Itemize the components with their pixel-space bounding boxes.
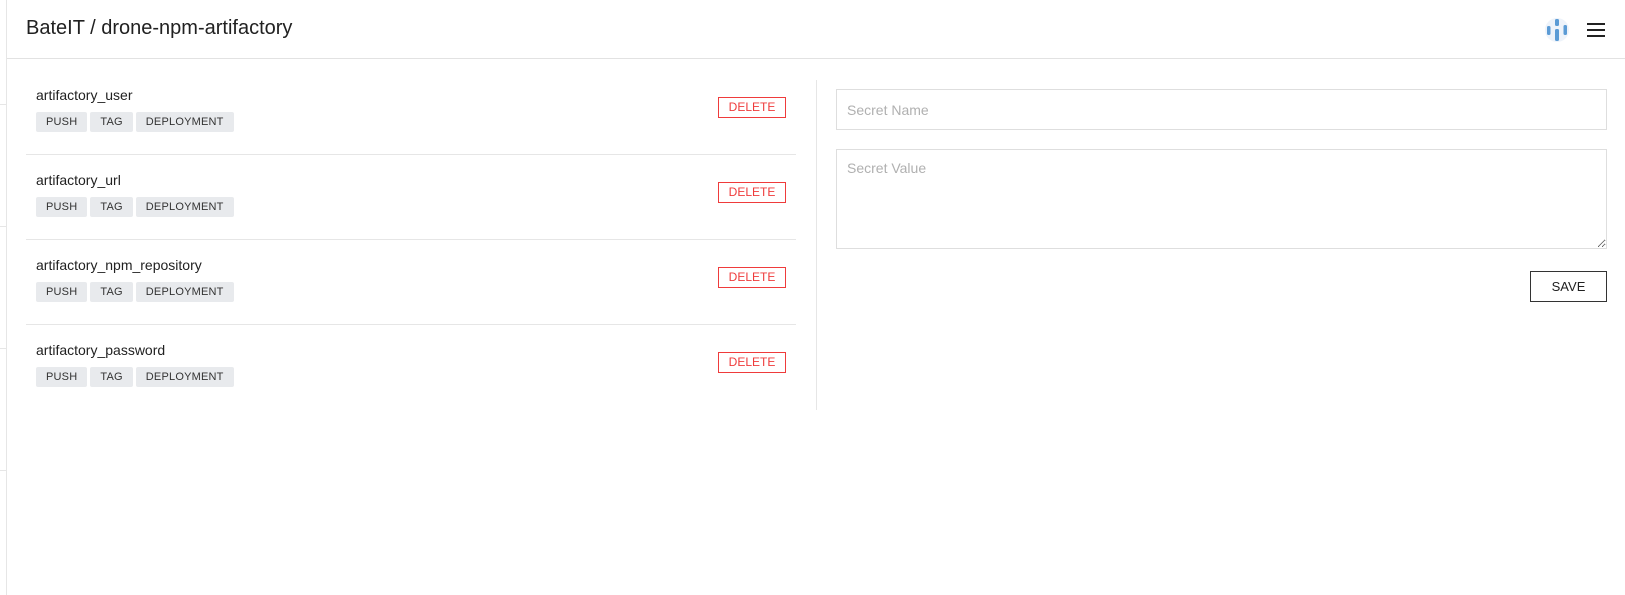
hamburger-menu-icon[interactable] <box>1584 18 1608 42</box>
secrets-list: artifactory_user PUSH TAG DEPLOYMENT DEL… <box>26 70 796 410</box>
event-tag-deployment: DEPLOYMENT <box>135 282 234 302</box>
event-tag-push: PUSH <box>36 197 88 217</box>
add-secret-form: SAVE <box>836 89 1607 302</box>
event-tag-push: PUSH <box>36 367 88 387</box>
secret-row: artifactory_npm_repository PUSH TAG DEPL… <box>26 240 796 325</box>
secret-name: artifactory_password <box>36 342 166 358</box>
drone-logo-icon[interactable] <box>1544 17 1570 43</box>
event-tag-tag: TAG <box>90 197 133 217</box>
secret-row: artifactory_user PUSH TAG DEPLOYMENT DEL… <box>26 70 796 155</box>
event-tag-deployment: DEPLOYMENT <box>135 112 234 132</box>
rail-divider <box>0 226 6 227</box>
save-button[interactable]: SAVE <box>1530 271 1607 302</box>
secret-name-input[interactable] <box>836 89 1607 130</box>
delete-secret-button[interactable]: DELETE <box>718 97 786 118</box>
secret-name: artifactory_npm_repository <box>36 257 202 273</box>
secret-events: PUSH TAG DEPLOYMENT <box>36 112 234 132</box>
delete-secret-button[interactable]: DELETE <box>718 352 786 373</box>
secret-events: PUSH TAG DEPLOYMENT <box>36 367 234 387</box>
secret-events: PUSH TAG DEPLOYMENT <box>36 282 234 302</box>
secret-value-input[interactable] <box>836 149 1607 249</box>
rail-divider <box>0 104 6 105</box>
rail-divider <box>0 348 6 349</box>
secret-name: artifactory_url <box>36 172 121 188</box>
event-tag-tag: TAG <box>90 367 133 387</box>
secret-row: artifactory_url PUSH TAG DEPLOYMENT DELE… <box>26 155 796 240</box>
page-header: BateIT / drone-npm-artifactory <box>7 0 1625 59</box>
event-tag-push: PUSH <box>36 282 88 302</box>
left-rail <box>0 0 7 595</box>
rail-divider <box>0 470 6 471</box>
delete-secret-button[interactable]: DELETE <box>718 182 786 203</box>
event-tag-tag: TAG <box>90 282 133 302</box>
secret-name: artifactory_user <box>36 87 133 103</box>
delete-secret-button[interactable]: DELETE <box>718 267 786 288</box>
event-tag-push: PUSH <box>36 112 88 132</box>
breadcrumb[interactable]: BateIT / drone-npm-artifactory <box>26 17 292 40</box>
event-tag-deployment: DEPLOYMENT <box>135 367 234 387</box>
secret-events: PUSH TAG DEPLOYMENT <box>36 197 234 217</box>
event-tag-tag: TAG <box>90 112 133 132</box>
vertical-divider <box>816 80 817 410</box>
secret-row: artifactory_password PUSH TAG DEPLOYMENT… <box>26 325 796 410</box>
event-tag-deployment: DEPLOYMENT <box>135 197 234 217</box>
